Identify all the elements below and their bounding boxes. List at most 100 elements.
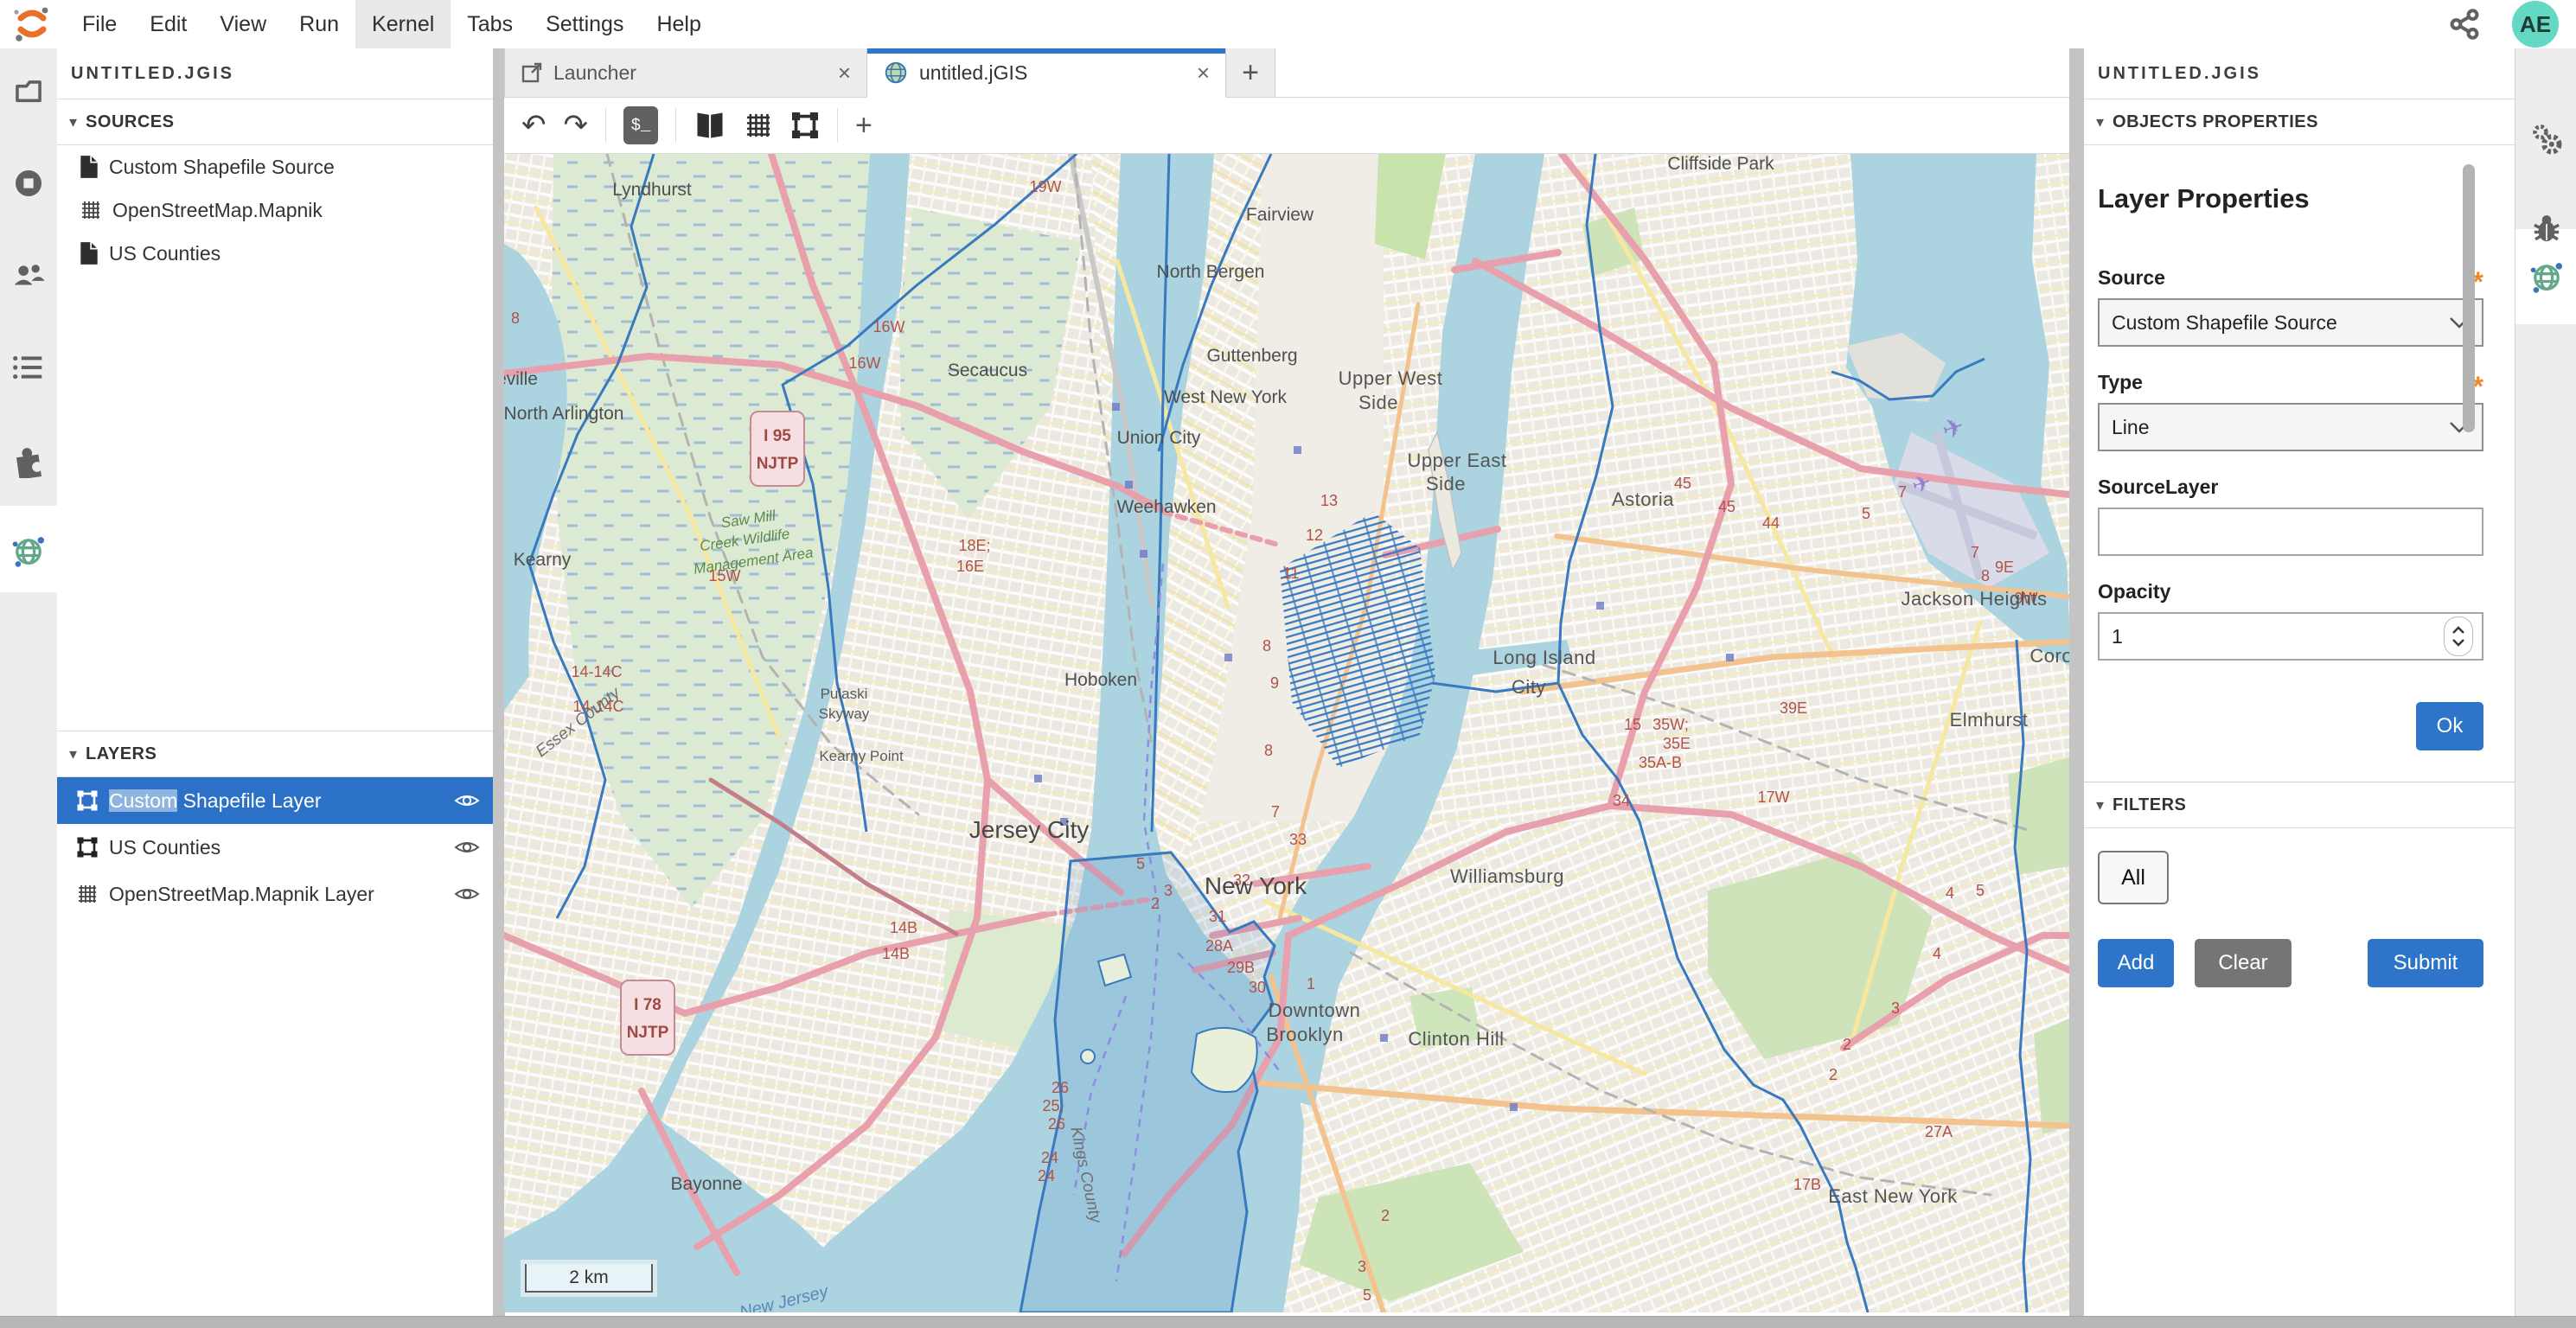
ref-label: 3	[1164, 882, 1173, 899]
menu-run[interactable]: Run	[283, 0, 355, 48]
sourcelayer-input[interactable]	[2098, 508, 2483, 556]
new-vector-layer-icon[interactable]	[790, 111, 820, 140]
number-stepper[interactable]	[2444, 616, 2473, 656]
property-inspector-icon[interactable]	[2528, 121, 2565, 157]
ok-button[interactable]: Ok	[2416, 702, 2483, 750]
add-layer-button[interactable]: +	[855, 109, 873, 143]
layer-item-openstreetmap-mapnik-layer[interactable]: OpenStreetMap.Mapnik Layer	[57, 871, 493, 917]
ref-label: 45	[1674, 475, 1691, 492]
jupytergis-panel-icon[interactable]	[10, 532, 48, 570]
debugger-icon[interactable]	[2529, 212, 2564, 246]
running-kernels-icon[interactable]	[11, 166, 46, 201]
source-select[interactable]: Custom Shapefile Source	[2098, 298, 2483, 347]
town-label: Guttenberg	[1206, 346, 1297, 366]
right-sidebar-panel: UNTITLED.JGIS ▾ OBJECTS PROPERTIES Layer…	[2084, 48, 2515, 1316]
menu-edit[interactable]: Edit	[133, 0, 203, 48]
map-scale-bar: 2 km	[525, 1264, 653, 1293]
basemap-gallery-icon[interactable]	[694, 111, 726, 140]
collapse-caret-icon: ▾	[2096, 113, 2104, 131]
small-label: Skyway	[819, 706, 870, 722]
ref-label: 31	[1209, 908, 1226, 925]
menu-tabs[interactable]: Tabs	[451, 0, 529, 48]
nbhd-label: Downtown	[1269, 999, 1361, 1021]
filters-header[interactable]: ▾ FILTERS	[2084, 782, 2515, 828]
close-tab-icon[interactable]: ×	[1197, 60, 1210, 86]
ref-label: 7	[1971, 544, 1979, 561]
new-raster-layer-icon[interactable]	[744, 111, 773, 140]
menu-view[interactable]: View	[203, 0, 283, 48]
layers-section-header[interactable]: ▾ LAYERS	[57, 731, 493, 777]
ref-label: 19W	[1029, 178, 1061, 195]
collaborators-icon[interactable]	[10, 258, 47, 294]
nbhd-label: City	[1512, 676, 1546, 698]
collapse-caret-icon: ▾	[69, 113, 77, 131]
share-icon[interactable]	[2448, 8, 2481, 41]
source-item-openstreetmap-mapnik[interactable]: OpenStreetMap.Mapnik	[57, 188, 493, 232]
ref-label: 44	[1762, 514, 1780, 532]
tab-launcher[interactable]: Launcher ×	[504, 48, 867, 97]
layer-item-custom-shapefile-layer[interactable]: Custom Shapefile Layer	[57, 777, 493, 824]
ref-label: 7	[1898, 483, 1907, 501]
add-tab-button[interactable]: +	[1226, 48, 1275, 97]
ref-label: 17W	[1757, 788, 1789, 806]
toolbar-separator	[837, 108, 838, 143]
eye-icon[interactable]	[453, 838, 481, 857]
ref-label: 2	[1843, 1036, 1851, 1053]
menu-kernel[interactable]: Kernel	[355, 0, 451, 48]
svg-text:I 95: I 95	[764, 427, 791, 445]
source-item-custom-shapefile[interactable]: Custom Shapefile Source	[57, 145, 493, 188]
filter-add-button[interactable]: Add	[2098, 939, 2174, 987]
menu-file[interactable]: File	[66, 0, 133, 48]
filter-submit-button[interactable]: Submit	[2368, 939, 2483, 987]
redo-button[interactable]: ↷	[564, 108, 589, 143]
right-activity-bar	[2515, 48, 2576, 1316]
source-field: Source* Custom Shapefile Source	[2098, 266, 2483, 347]
eye-icon[interactable]	[453, 791, 481, 810]
avatar[interactable]: AE	[2512, 1, 2559, 48]
ref-label: 4	[1946, 884, 1954, 902]
ref-label: 5	[1862, 505, 1870, 522]
scrollbar-thumb[interactable]	[2463, 164, 2475, 432]
ref-label: 24	[1038, 1167, 1055, 1184]
eye-icon[interactable]	[453, 884, 481, 903]
menu-settings[interactable]: Settings	[529, 0, 640, 48]
undo-button[interactable]: ↶	[521, 108, 547, 143]
source-item-us-counties[interactable]: US Counties	[57, 232, 493, 275]
small-label: Pulaski	[821, 686, 868, 702]
openstreetmap-view: I 95 NJTP I 78 NJTP 19W16W16W18E;16E15W1…	[504, 154, 2069, 1312]
nbhd-label: Upper West	[1339, 367, 1443, 389]
dock-tab-bar: Launcher × untitled.jGIS × +	[504, 48, 2069, 98]
collapse-caret-icon: ▾	[69, 745, 77, 763]
right-split-handle[interactable]	[2069, 48, 2084, 1316]
layer-item-us-counties[interactable]: US Counties	[57, 824, 493, 871]
file-icon	[80, 155, 99, 179]
jupyter-logo-icon	[12, 4, 52, 44]
close-tab-icon[interactable]: ×	[838, 60, 851, 86]
filter-clear-button[interactable]: Clear	[2195, 939, 2292, 987]
objects-properties-header[interactable]: ▾ OBJECTS PROPERTIES	[2084, 99, 2515, 145]
toolbar-separator	[605, 108, 606, 143]
sources-section-header[interactable]: ▾ SOURCES	[57, 99, 493, 145]
jupytergis-properties-icon[interactable]	[2528, 258, 2566, 296]
town-label: Weehawken	[1116, 497, 1216, 517]
nbhd-label: Corona	[2029, 645, 2069, 667]
opacity-input[interactable]: 1	[2098, 612, 2483, 661]
ref-label: 29B	[1227, 959, 1255, 976]
file-browser-icon[interactable]	[12, 77, 45, 110]
jupyterlab-window: File Edit View Run Kernel Tabs Settings …	[0, 0, 2576, 1328]
town-label: North Bergen	[1157, 262, 1265, 282]
grid-icon	[80, 199, 102, 221]
city-label: New York	[1205, 872, 1307, 899]
left-sidebar-panel: UNTITLED.JGIS ▾ SOURCES Custom Shapefile…	[57, 48, 493, 1316]
filter-all-button[interactable]: All	[2098, 851, 2169, 904]
left-split-handle[interactable]	[493, 48, 505, 1316]
left-panel-title: UNTITLED.JGIS	[57, 48, 493, 99]
table-of-contents-icon[interactable]	[11, 350, 46, 385]
map-canvas[interactable]: I 95 NJTP I 78 NJTP 19W16W16W18E;16E15W1…	[504, 154, 2069, 1312]
type-select[interactable]: Line	[2098, 403, 2483, 451]
menu-help[interactable]: Help	[640, 0, 717, 48]
tab-untitled-jgis[interactable]: untitled.jGIS ×	[867, 48, 1226, 98]
nbhd-label: Williamsburg	[1450, 865, 1564, 887]
extensions-icon[interactable]	[10, 442, 47, 478]
console-button[interactable]: $_	[623, 106, 658, 144]
